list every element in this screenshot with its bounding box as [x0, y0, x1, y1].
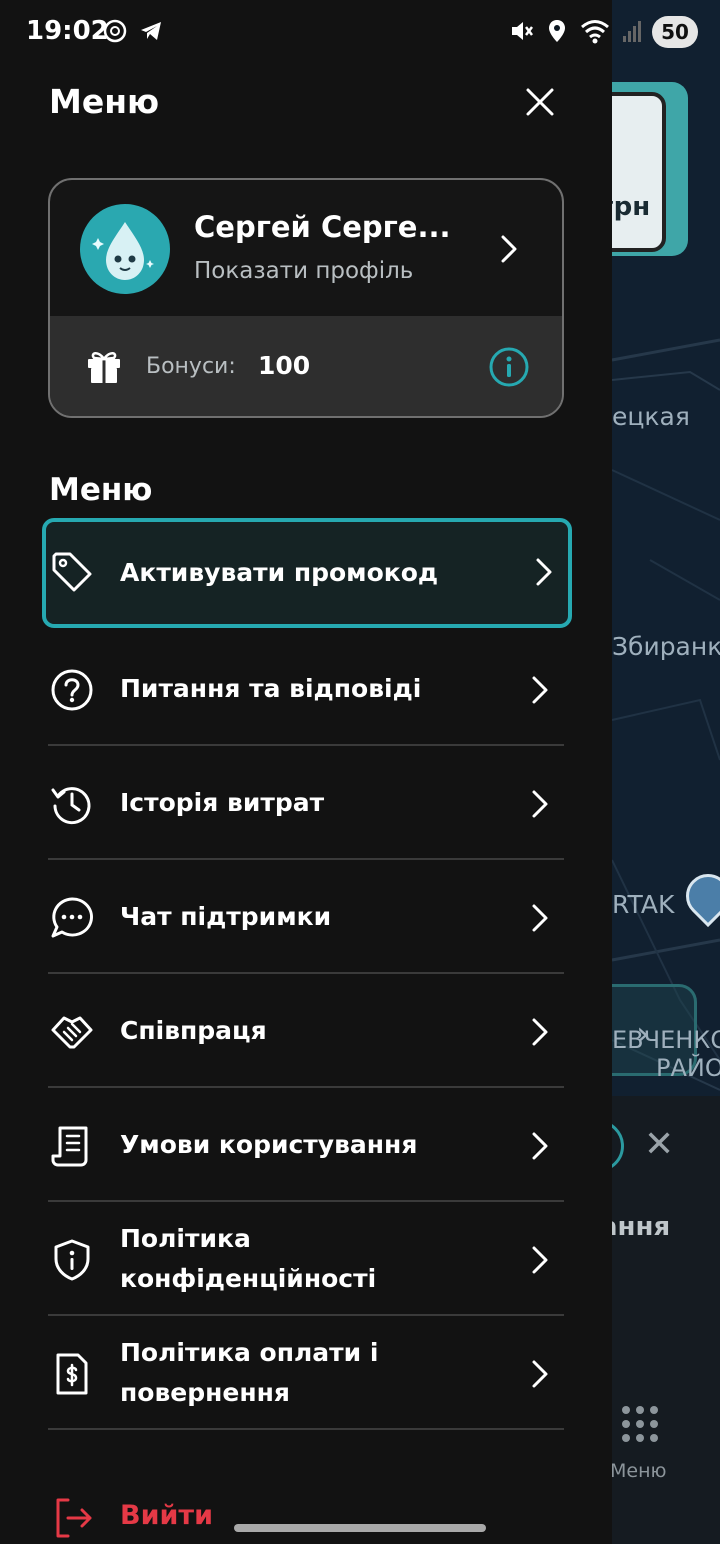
logout-icon	[56, 1498, 92, 1538]
gift-icon	[88, 352, 120, 383]
chevron-right-icon	[536, 558, 552, 586]
bonus-row: Бонуси: 100	[50, 316, 562, 416]
profile-name: Сергей Серге...	[194, 210, 451, 244]
map-label: РАЙО	[656, 1054, 720, 1082]
invoice-dollar-icon	[56, 1353, 88, 1395]
menu-item-terms-of-use[interactable]: Умови користування	[48, 1088, 564, 1202]
menu-item-label: Політика оплати і повернення	[120, 1338, 379, 1407]
grid-menu-icon[interactable]	[622, 1406, 658, 1442]
show-profile-link[interactable]: Показати профіль	[194, 258, 413, 284]
profile-card[interactable]: Сергей Серге... Показати профіль Бонуси:…	[48, 178, 564, 418]
menu-item-label: Умови користування	[120, 1130, 418, 1159]
menu-item-payment-refund-policy[interactable]: Політика оплати і повернення	[48, 1316, 564, 1430]
menu-item-label: Активувати промокод	[120, 558, 439, 587]
chevron-right-icon	[532, 1246, 548, 1274]
signal-icon	[623, 21, 641, 42]
mute-vibrate-icon	[512, 22, 533, 40]
location-icon	[549, 20, 565, 42]
info-icon[interactable]	[488, 346, 530, 388]
menu-item-privacy-policy[interactable]: Політика конфіденційності	[48, 1202, 564, 1316]
map-label: ецкая	[612, 402, 690, 431]
section-title: Меню	[49, 472, 153, 508]
side-drawer: Меню Сергей Серге... Показати профіль Бо…	[0, 0, 612, 1544]
home-indicator[interactable]	[234, 1524, 486, 1532]
sheet-menu-label[interactable]: Меню	[610, 1460, 667, 1482]
tag-icon	[52, 552, 92, 592]
profile-header[interactable]: Сергей Серге... Показати профіль	[50, 180, 562, 316]
history-icon	[51, 787, 91, 825]
chevron-right-icon	[532, 1132, 548, 1160]
chevron-right-icon	[532, 1018, 548, 1046]
menu-item-label: Історія витрат	[120, 788, 325, 817]
menu-item-label: Політика конфіденційності	[120, 1224, 377, 1293]
menu-item-activate-promocode[interactable]: Активувати промокод	[42, 518, 572, 628]
document-icon	[51, 1126, 88, 1167]
drawer-title: Меню	[49, 82, 160, 121]
screen: грн ецкая Збиранк RTAK › ЕВЧЕНКО РАЙО ✕ …	[0, 0, 720, 1544]
menu-item-partnership[interactable]: Співпраця	[48, 974, 564, 1088]
avatar	[80, 204, 170, 294]
menu-item-faq[interactable]: Питання та відповіді	[48, 632, 564, 746]
status-bar: 19:02 50	[0, 0, 720, 64]
chevron-right-icon	[532, 1360, 548, 1388]
wifi-icon	[581, 20, 609, 44]
telegram-icon	[141, 22, 161, 40]
bonus-label: Бонуси:	[146, 354, 236, 379]
close-icon[interactable]	[520, 82, 560, 122]
chevron-right-icon	[501, 235, 517, 263]
menu-item-spending-history[interactable]: Історія витрат	[48, 746, 564, 860]
logout-label: Вийти	[120, 1500, 213, 1531]
sheet-close-icon[interactable]: ✕	[644, 1124, 674, 1165]
bonus-value: 100	[258, 351, 311, 380]
shield-info-icon	[54, 1239, 90, 1281]
menu-item-label: Чат підтримки	[120, 902, 332, 931]
status-time: 19:02	[26, 16, 109, 46]
map-label: RTAK	[612, 890, 675, 919]
menu-item-label: Співпраця	[120, 1016, 267, 1045]
chevron-right-icon	[532, 790, 548, 818]
menu-item-support-chat[interactable]: Чат підтримки	[48, 860, 564, 974]
menu-item-label: Питання та відповіді	[120, 674, 422, 703]
logout-button[interactable]: Вийти	[48, 1496, 248, 1544]
menu-list: Активувати промокод Питання та відповіді	[42, 518, 572, 1430]
handshake-icon	[51, 1016, 93, 1049]
chatgpt-icon	[103, 19, 127, 43]
chevron-right-icon	[532, 676, 548, 704]
map-label: Збиранк	[612, 632, 720, 661]
battery-indicator: 50	[652, 16, 698, 48]
map-label: ЕВЧЕНКО	[612, 1026, 720, 1054]
question-circle-icon	[51, 669, 93, 711]
chat-bubble-icon	[51, 897, 93, 938]
chevron-right-icon	[532, 904, 548, 932]
water-drop-mascot-icon	[92, 222, 154, 280]
